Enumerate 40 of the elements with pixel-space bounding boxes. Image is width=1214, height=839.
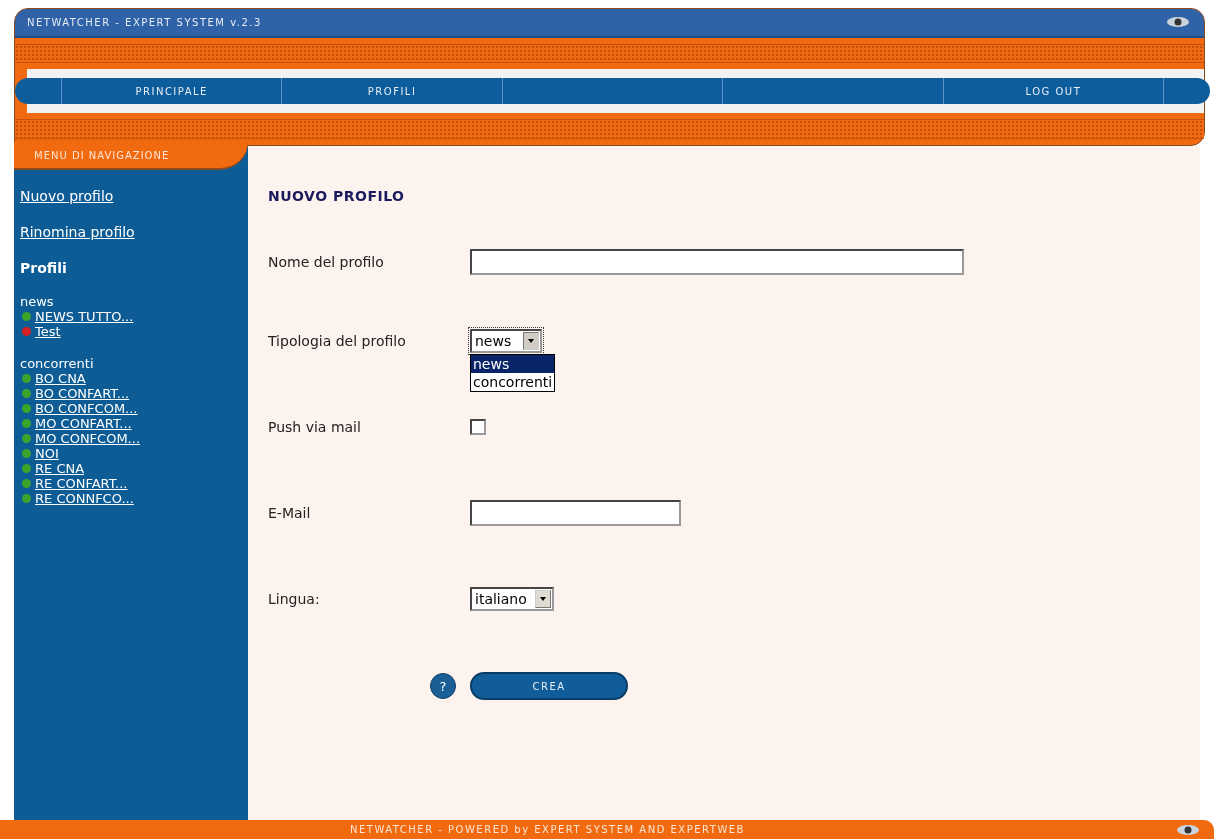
input-field[interactable] xyxy=(470,500,681,526)
field-label: Push via mail xyxy=(268,419,362,435)
profile-link[interactable]: BO CONFART... xyxy=(35,386,130,401)
field-label: Nome del profilo xyxy=(268,254,385,270)
profile-link[interactable]: NEWS TUTTO... xyxy=(35,309,134,324)
nav-link[interactable]: PRINCIPALE xyxy=(135,85,208,97)
caret-icon xyxy=(528,339,534,343)
group-label: concorrenti xyxy=(20,356,95,371)
profile-link[interactable]: RE CONNFCO... xyxy=(35,491,134,506)
dropdown-option[interactable]: concorrenti xyxy=(471,373,555,391)
sidebar-link[interactable]: Rinomina profilo xyxy=(20,224,135,240)
checkbox[interactable] xyxy=(470,419,486,435)
nav-link[interactable]: LOG OUT xyxy=(1025,85,1082,97)
nav-link[interactable]: PROFILI xyxy=(367,85,417,97)
group-label: news xyxy=(20,294,55,309)
profile-link[interactable]: RE CONFART... xyxy=(35,476,128,491)
field-label: Lingua: xyxy=(268,591,321,607)
dropdown[interactable]: news xyxy=(470,329,542,353)
profile-link[interactable]: MO CONFCOM... xyxy=(35,431,140,446)
profile-link[interactable]: MO CONFART... xyxy=(35,416,132,431)
profile-link[interactable]: RE CNA xyxy=(35,461,85,476)
create-button[interactable]: CREA xyxy=(470,672,628,700)
window-title: NETWATCHER - EXPERT SYSTEM v.2.3 xyxy=(27,16,262,28)
eye-icon xyxy=(1166,16,1190,29)
profile-link[interactable]: NOI xyxy=(35,446,59,461)
profile-link[interactable]: Test xyxy=(35,324,61,339)
input-field[interactable] xyxy=(470,249,964,275)
dropdown[interactable]: italiano xyxy=(470,587,554,611)
page-heading: NUOVO PROFILO xyxy=(268,188,406,204)
profile-link[interactable]: BO CONFCOM... xyxy=(35,401,138,416)
sidebar-heading: Profili xyxy=(20,260,67,276)
eye-icon xyxy=(1176,823,1200,836)
footer-text: NETWATCHER - POWERED by EXPERT SYSTEM AND EXPERTWEB xyxy=(350,824,745,835)
dropdown-option[interactable]: news xyxy=(471,355,555,373)
sidebar-link[interactable]: Nuovo profilo xyxy=(20,188,114,204)
field-label: E-Mail xyxy=(268,505,312,521)
field-label: Tipologia del profilo xyxy=(268,333,407,349)
profile-link[interactable]: BO CNA xyxy=(35,371,86,386)
help-button[interactable]: ? xyxy=(430,673,456,699)
caret-icon xyxy=(539,597,546,601)
